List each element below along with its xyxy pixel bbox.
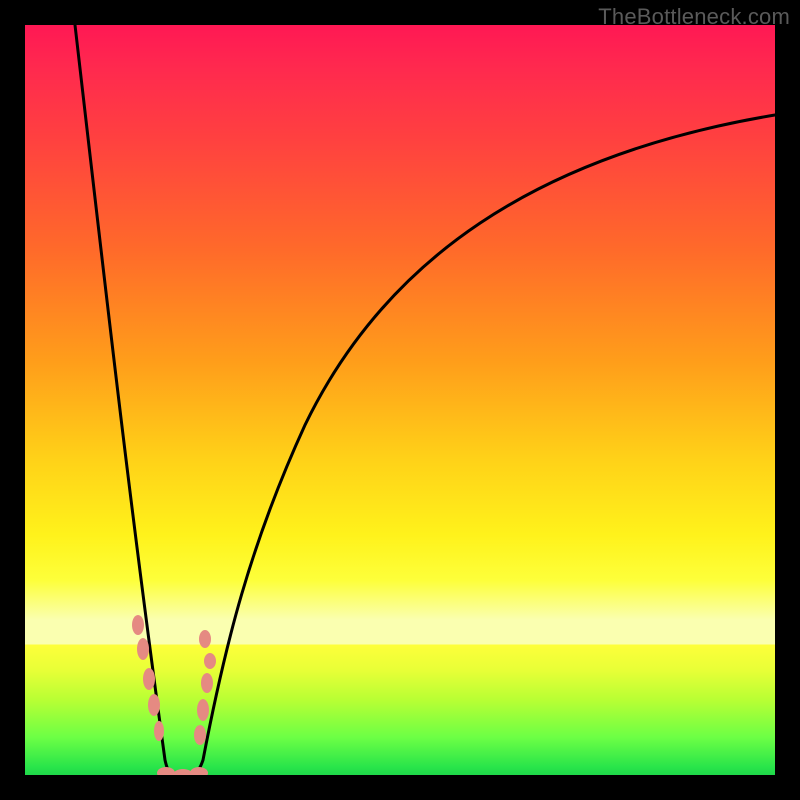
data-marker [154,721,164,741]
curve-right-branch [191,115,775,775]
data-marker [199,630,211,648]
data-marker [137,638,149,660]
data-marker [194,725,206,745]
data-marker [143,668,155,690]
bottleneck-curve [75,25,775,775]
chart-frame: TheBottleneck.com [0,0,800,800]
watermark-text: TheBottleneck.com [598,4,790,30]
data-marker [204,653,216,669]
curve-left-branch [75,25,173,775]
data-marker [201,673,213,693]
data-marker [148,694,160,716]
data-marker [157,767,175,775]
data-marker [173,769,193,775]
plot-area [25,25,775,775]
data-marker [197,699,209,721]
data-marker [190,767,208,775]
data-marker [132,615,144,635]
curve-layer [25,25,775,775]
